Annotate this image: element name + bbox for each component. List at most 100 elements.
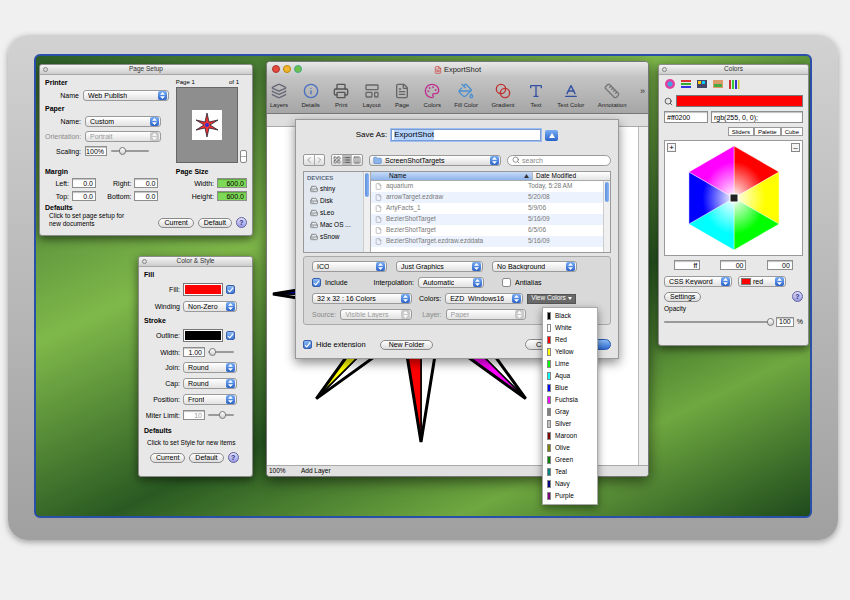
component-field[interactable]: 00: [767, 260, 793, 270]
margin-field[interactable]: 0.0: [72, 191, 96, 201]
component-field[interactable]: 00: [720, 260, 746, 270]
close-button[interactable]: [142, 259, 147, 264]
toolbar-item[interactable]: Annotation: [598, 83, 627, 108]
defaults-button[interactable]: Current: [150, 453, 185, 463]
back-forward-buttons[interactable]: [303, 154, 325, 166]
menu-item[interactable]: Gray: [543, 406, 597, 418]
toolbar-item[interactable]: Layout: [363, 83, 381, 108]
hex-field[interactable]: #ff0200: [664, 111, 708, 123]
vertical-scrollbar[interactable]: [638, 127, 648, 465]
image-palette-icon[interactable]: [712, 78, 724, 90]
sidebar-item[interactable]: shiny: [307, 185, 363, 193]
component-field[interactable]: ff: [674, 260, 700, 270]
toolbar-item[interactable]: Colors: [424, 83, 441, 108]
close-button[interactable]: [43, 67, 48, 72]
hex-color-picker[interactable]: [672, 142, 796, 254]
list-view-icon[interactable]: [342, 155, 352, 165]
toolbar-item[interactable]: Fill Color: [454, 83, 478, 108]
scaling-field[interactable]: 100%: [85, 146, 107, 156]
format-popup[interactable]: ICO: [312, 261, 387, 272]
hide-extension-checkbox[interactable]: [303, 340, 312, 349]
slider-thumb[interactable]: [219, 411, 226, 419]
file-row[interactable]: aquariumToday, 5:28 AM: [371, 181, 603, 192]
style-popup[interactable]: Front: [183, 394, 237, 405]
color-swatch[interactable]: [183, 283, 223, 296]
toolbar-overflow[interactable]: »: [640, 87, 645, 96]
menu-item[interactable]: Aqua: [543, 370, 597, 382]
style-slider[interactable]: [208, 348, 234, 356]
toolbar-item[interactable]: Page: [394, 83, 410, 108]
swatch-checkbox[interactable]: [226, 331, 235, 340]
opacity-field[interactable]: 100: [776, 317, 794, 327]
column-header[interactable]: Date Modified: [532, 172, 610, 180]
slider-field[interactable]: 1.00: [183, 347, 205, 357]
menu-item[interactable]: White: [543, 322, 597, 334]
menu-item[interactable]: Red: [543, 334, 597, 346]
style-popup[interactable]: Round: [183, 362, 237, 373]
file-row[interactable]: BezierShotTarget5/16/09: [371, 214, 603, 225]
mode-tab[interactable]: Cube: [781, 127, 803, 136]
help-button[interactable]: ?: [228, 452, 239, 463]
toolbar-item[interactable]: Print: [333, 83, 349, 108]
close-button[interactable]: [662, 67, 667, 72]
margin-field[interactable]: 0.0: [134, 191, 158, 201]
keyword-popup[interactable]: red: [738, 276, 786, 287]
toolbar-item[interactable]: Layers: [270, 83, 288, 108]
menu-item[interactable]: Black: [543, 310, 597, 322]
toolbar-item[interactable]: Gradient: [491, 83, 514, 108]
toolbar-item[interactable]: Text Color: [557, 83, 584, 108]
background-popup[interactable]: No Background: [492, 261, 577, 272]
content-popup[interactable]: Just Graphics: [396, 261, 483, 272]
zoom-button[interactable]: [294, 65, 302, 73]
search-field[interactable]: search: [507, 155, 611, 166]
help-button[interactable]: ?: [792, 291, 803, 302]
slider-field[interactable]: 10: [183, 410, 205, 420]
zoom-popup[interactable]: 100%: [269, 468, 293, 475]
view-colors-button[interactable]: View Colors: [527, 294, 576, 304]
toolbar-item[interactable]: Text: [528, 83, 544, 108]
palette-icon[interactable]: [696, 78, 708, 90]
settings-button[interactable]: Settings: [664, 292, 701, 302]
magnifier-icon[interactable]: [664, 97, 673, 106]
location-popup[interactable]: ScreenShotTargets: [369, 155, 501, 166]
zoom-out-button[interactable]: –: [791, 143, 800, 152]
menu-item[interactable]: Navy: [543, 478, 597, 490]
interpolation-popup[interactable]: Automatic: [418, 277, 484, 288]
margin-field[interactable]: 0.0: [72, 178, 96, 188]
defaults-button[interactable]: Default: [198, 218, 232, 228]
help-button[interactable]: ?: [236, 217, 247, 228]
list-scrollbar[interactable]: [603, 181, 610, 252]
menu-item[interactable]: Lime: [543, 358, 597, 370]
menu-item[interactable]: Silver: [543, 418, 597, 430]
new-folder-button[interactable]: New Folder: [380, 340, 434, 350]
slider-thumb[interactable]: [119, 147, 126, 155]
close-button[interactable]: [272, 65, 280, 73]
slider-thumb[interactable]: [209, 348, 216, 356]
page-stepper[interactable]: [240, 150, 247, 163]
menu-item[interactable]: Teal: [543, 466, 597, 478]
file-row[interactable]: BezierShotTarget.ezdraw.ezddata5/16/09: [371, 236, 603, 247]
mode-tab[interactable]: Palette: [754, 127, 781, 136]
sidebar-item[interactable]: sSnow: [307, 233, 363, 241]
back-icon[interactable]: [304, 155, 314, 165]
rgb-field[interactable]: rgb(255, 0, 0);: [711, 111, 803, 123]
antialias-checkbox[interactable]: [502, 278, 511, 287]
menu-item[interactable]: Purple: [543, 490, 597, 502]
file-row[interactable]: BezierShotTarget6/5/06: [371, 225, 603, 236]
current-color-bar[interactable]: [676, 95, 803, 107]
sliders-icon[interactable]: [680, 78, 692, 90]
paper-popup[interactable]: Custom: [85, 116, 161, 127]
menu-item[interactable]: Green: [543, 454, 597, 466]
forward-icon[interactable]: [314, 155, 324, 165]
color-wheel-icon[interactable]: [664, 78, 676, 90]
defaults-button[interactable]: Current: [158, 218, 193, 228]
sidebar-item[interactable]: Disk: [307, 197, 363, 205]
expand-button[interactable]: [545, 130, 558, 141]
sidebar-item[interactable]: sLeo: [307, 209, 363, 217]
color-swatch[interactable]: [183, 329, 223, 342]
printer-popup[interactable]: Web Publish: [83, 90, 169, 101]
column-header[interactable]: Name: [371, 172, 532, 180]
defaults-button[interactable]: Default: [189, 453, 223, 463]
zoom-in-button[interactable]: +: [667, 143, 676, 152]
sidebar-item[interactable]: Mac OS ...: [307, 221, 363, 229]
